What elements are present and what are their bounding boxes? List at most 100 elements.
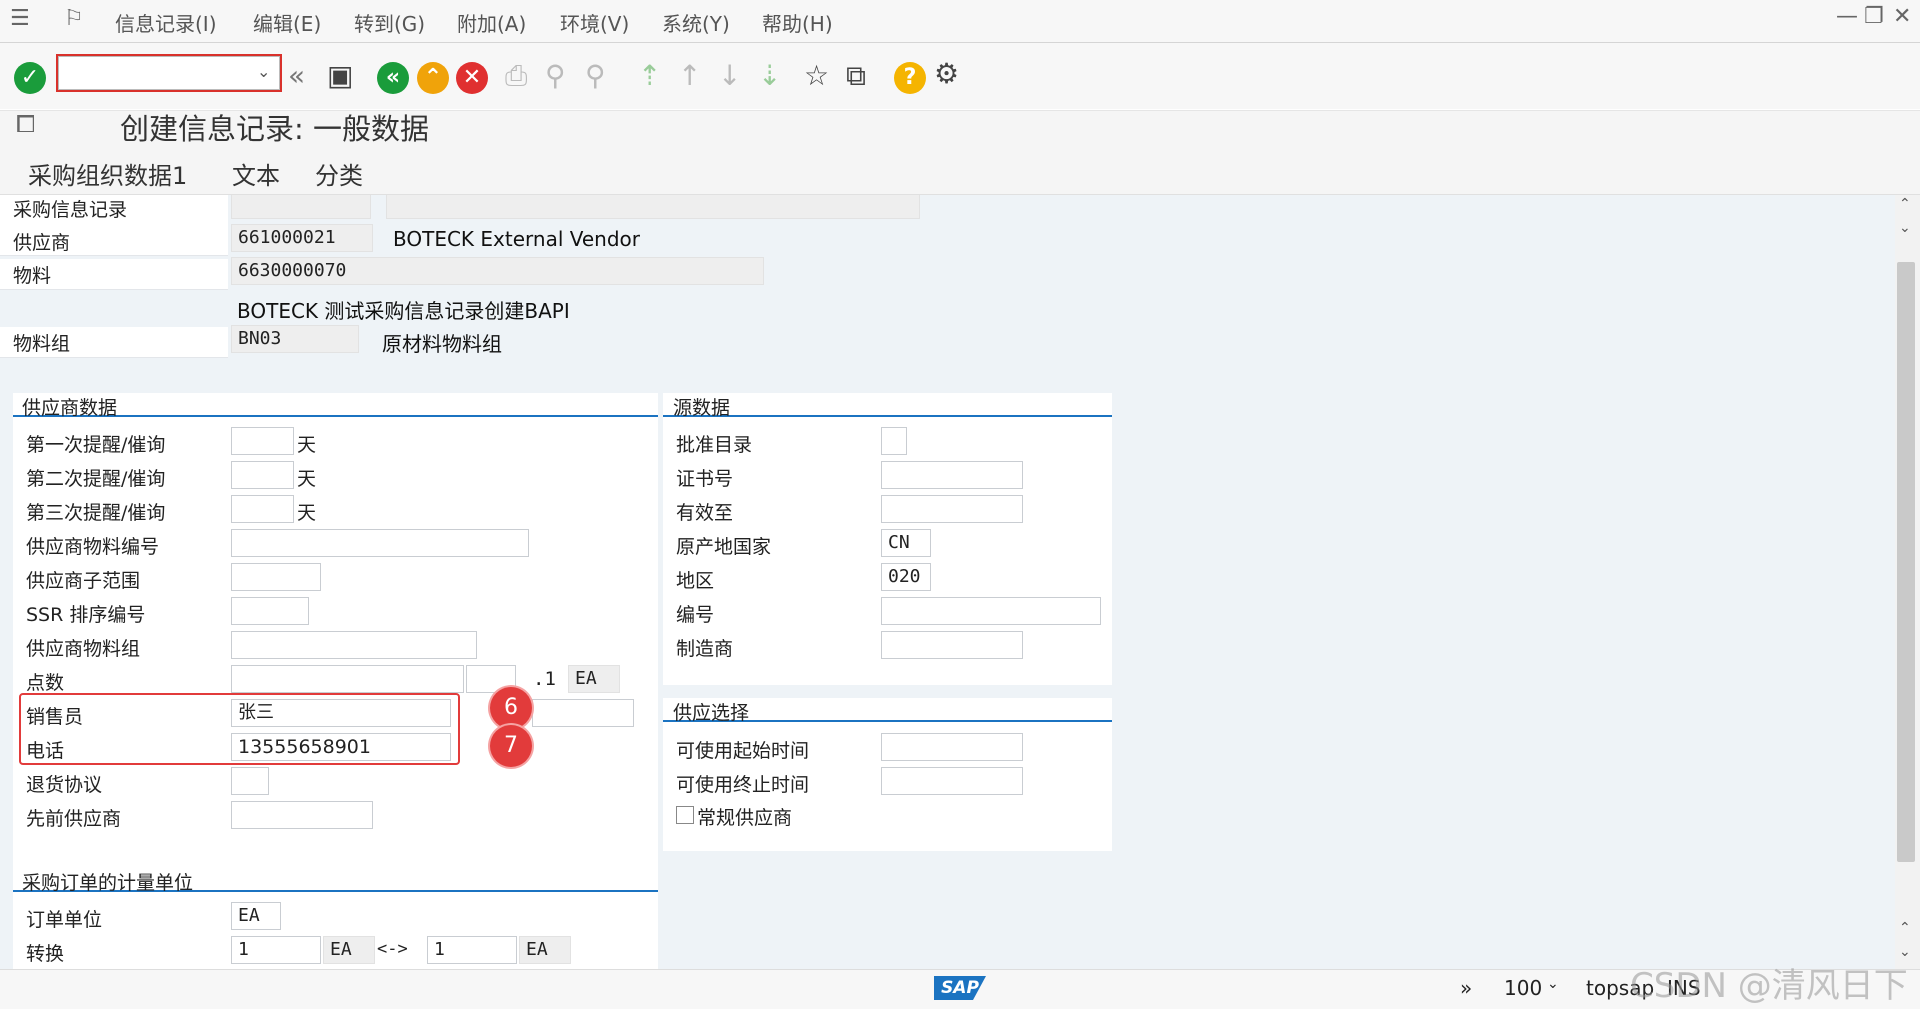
minimize-icon[interactable]: — — [1836, 4, 1858, 29]
tab-text[interactable]: 文本 — [232, 156, 280, 191]
command-field[interactable] — [58, 56, 280, 90]
third-reminder-label: 第三次提醒/催询 — [26, 502, 166, 524]
customize-layout-icon[interactable]: ⧠ — [16, 110, 35, 138]
last-page-icon[interactable]: ⇣ — [758, 60, 781, 92]
prior-vendor-label: 先前供应商 — [26, 808, 122, 830]
check-icon[interactable]: ✓ — [14, 62, 46, 94]
second-reminder-field[interactable] — [231, 461, 294, 489]
watermark: CSDN @清风日下 — [1630, 966, 1908, 1006]
zoom-level: 100 — [1504, 976, 1543, 1000]
material-group-field[interactable]: BN03 — [231, 325, 359, 353]
return-agreement-label: 退货协议 — [26, 774, 103, 796]
valid-to-field[interactable] — [881, 495, 1023, 523]
order-unit-field[interactable]: EA — [231, 902, 281, 930]
back-icon[interactable]: « — [377, 62, 409, 94]
info-record-number-field[interactable] — [231, 195, 371, 219]
print-icon[interactable]: ⎙ — [505, 60, 527, 92]
available-from-field[interactable] — [881, 733, 1023, 761]
region-label: 地区 — [676, 570, 715, 592]
first-reminder-unit: 天 — [297, 434, 317, 456]
certificate-number-field[interactable] — [881, 461, 1023, 489]
zoom-dropdown-icon[interactable]: ⌄ — [1547, 976, 1559, 992]
prior-vendor-field[interactable] — [231, 801, 373, 829]
order-unit-label: 订单单位 — [26, 909, 103, 931]
settings-icon[interactable]: ⚙ — [934, 58, 959, 90]
vendor-material-number-label: 供应商物料编号 — [26, 536, 160, 558]
scroll-page-up-icon[interactable]: ⌄ — [1899, 220, 1911, 236]
ssr-sort-number-label: SSR 排序编号 — [26, 604, 146, 626]
dropdown-chevron-icon[interactable]: ⌄ — [257, 62, 270, 81]
menu-item-environment[interactable]: 环境(V) — [560, 8, 629, 37]
third-reminder-unit: 天 — [297, 502, 317, 524]
certificate-number-label: 证书号 — [676, 468, 734, 490]
valid-to-label: 有效至 — [676, 502, 734, 524]
conversion-right-unit: EA — [519, 936, 571, 964]
save-icon[interactable]: ▣ — [327, 60, 353, 92]
tab-classification[interactable]: 分类 — [315, 156, 363, 191]
ssr-sort-number-field[interactable] — [231, 597, 309, 625]
help-icon[interactable]: ? — [894, 62, 926, 94]
points-label: 点数 — [26, 672, 65, 694]
first-page-icon[interactable]: ⇡ — [638, 60, 661, 92]
find-next-icon[interactable]: ⚲ — [585, 60, 606, 92]
conversion-left-field[interactable]: 1 — [231, 936, 321, 964]
salesperson-extra-field[interactable] — [532, 699, 634, 727]
approved-list-label: 批准目录 — [676, 434, 753, 456]
conversion-left-unit: EA — [323, 936, 375, 964]
vendor-subrange-field[interactable] — [231, 563, 321, 591]
manufacturer-label: 制造商 — [676, 638, 734, 660]
close-icon[interactable]: ✕ — [1893, 4, 1911, 29]
menu-item-info-record[interactable]: 信息记录(I) — [115, 8, 217, 37]
vendor-name: BOTECK External Vendor — [393, 227, 641, 251]
conversion-right-field[interactable]: 1 — [427, 936, 517, 964]
find-icon[interactable]: ⚲ — [545, 60, 566, 92]
material-group-description: 原材料物料组 — [382, 332, 502, 356]
scroll-page-down-icon[interactable]: ⌃ — [1899, 920, 1911, 936]
regular-vendor-checkbox[interactable] — [676, 806, 694, 824]
vendor-material-group-label: 供应商物料组 — [26, 638, 141, 660]
conversion-label: 转换 — [26, 943, 65, 965]
info-record-label: 采购信息记录 — [13, 199, 128, 221]
points-unit-field[interactable]: EA — [568, 665, 620, 693]
prev-page-icon[interactable]: ↑ — [678, 60, 701, 92]
menu-item-edit[interactable]: 编辑(E) — [253, 8, 321, 37]
vendor-data-header: 供应商数据 — [13, 393, 658, 419]
info-record-desc-field — [386, 195, 920, 219]
menu-item-help[interactable]: 帮助(H) — [762, 8, 833, 37]
points-field[interactable] — [231, 665, 464, 693]
menu-item-extras[interactable]: 附加(A) — [457, 8, 526, 37]
scrollbar-thumb[interactable] — [1897, 262, 1915, 862]
expand-status-icon[interactable]: » — [1460, 976, 1472, 1000]
menu-icon[interactable]: ☰ — [10, 6, 30, 31]
menu-item-goto[interactable]: 转到(G) — [354, 8, 425, 37]
supply-option-header: 供应选择 — [663, 698, 1112, 724]
number-field[interactable] — [881, 597, 1101, 625]
third-reminder-field[interactable] — [231, 495, 294, 523]
back-double-icon[interactable]: « — [288, 60, 305, 92]
restore-icon[interactable]: ❐ — [1864, 4, 1884, 29]
vendor-material-number-field[interactable] — [231, 529, 529, 557]
tab-purch-org-data-1[interactable]: 采购组织数据1 — [28, 156, 187, 191]
material-description: BOTECK 测试采购信息记录创建BAPI — [237, 299, 570, 323]
material-field[interactable]: 6630000070 — [231, 257, 764, 285]
country-of-origin-field[interactable]: CN — [881, 529, 931, 557]
available-to-field[interactable] — [881, 767, 1023, 795]
region-field[interactable]: 020 — [881, 563, 931, 591]
return-agreement-field[interactable] — [231, 767, 269, 795]
vendor-field[interactable]: 661000021 — [231, 224, 373, 252]
main-content: 采购信息记录 供应商 661000021 BOTECK External Ven… — [0, 195, 1895, 969]
create-session-icon[interactable]: ☆ — [804, 60, 829, 92]
flag-icon[interactable]: ⚐ — [64, 6, 84, 31]
menu-item-system[interactable]: 系统(Y) — [662, 8, 730, 37]
shortcut-icon[interactable]: ⧉ — [846, 60, 866, 92]
next-page-icon[interactable]: ↓ — [718, 60, 741, 92]
cancel-icon[interactable]: ✕ — [456, 62, 488, 94]
annotation-badge-6: 6 — [490, 687, 532, 729]
approved-list-field[interactable] — [881, 427, 907, 455]
points-decimal: .1 — [533, 668, 556, 690]
exit-icon[interactable]: ⌃ — [417, 62, 449, 94]
scroll-up-icon[interactable]: ⌃ — [1899, 196, 1911, 212]
vendor-material-group-field[interactable] — [231, 631, 477, 659]
manufacturer-field[interactable] — [881, 631, 1023, 659]
first-reminder-field[interactable] — [231, 427, 294, 455]
